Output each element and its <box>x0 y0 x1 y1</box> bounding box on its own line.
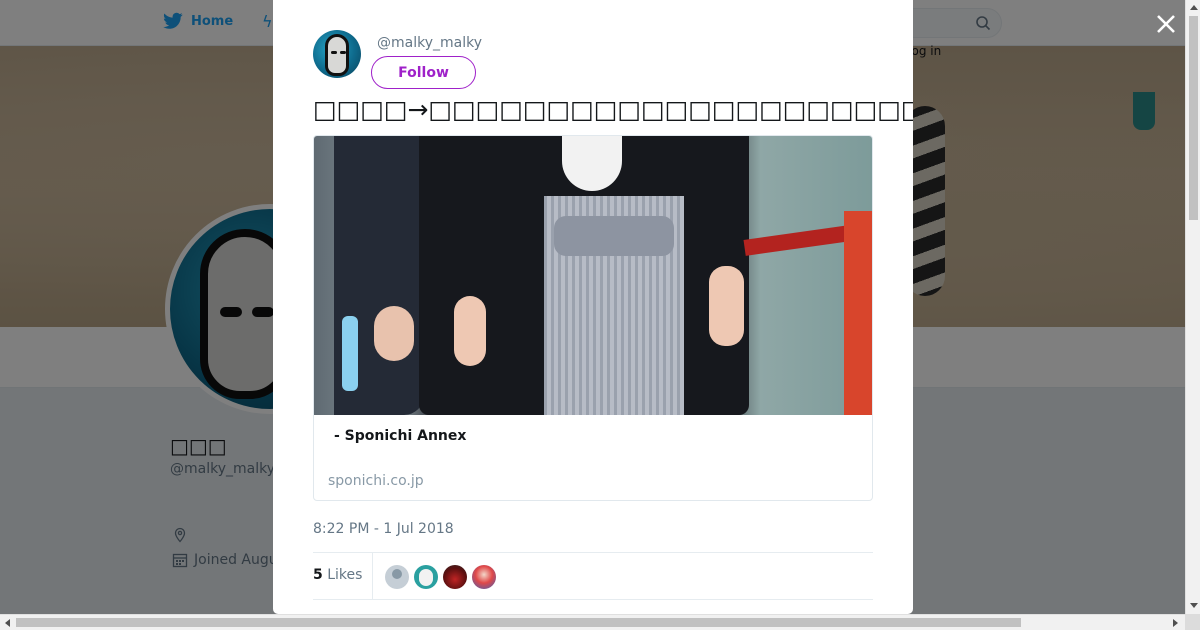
close-icon[interactable] <box>1154 12 1178 36</box>
card-image-shape <box>342 316 358 391</box>
vertical-scrollbar[interactable] <box>1185 0 1200 614</box>
tweet-stats: 5 Likes <box>313 552 873 600</box>
card-image <box>314 136 872 415</box>
liker-avatar[interactable] <box>414 565 438 589</box>
card-image-shape <box>709 266 744 346</box>
scrollbar-corner <box>1185 614 1200 630</box>
tweet-text: □□□□→□□□□□□□□□□□□□□□□□□□□□□□□□□□□□□□□□□□… <box>313 95 913 124</box>
avatar-eye <box>331 51 337 54</box>
tweet-timestamp[interactable]: 8:22 PM - 1 Jul 2018 <box>313 521 454 537</box>
card-image-shape <box>844 211 872 415</box>
author-avatar[interactable] <box>313 30 361 78</box>
liker-avatar[interactable] <box>472 565 496 589</box>
card-image-shape <box>554 216 674 256</box>
author-handle[interactable]: @malky_malky <box>377 35 482 51</box>
card-title: - Sponichi Annex <box>334 428 467 444</box>
avatar-mask <box>325 34 349 76</box>
link-card[interactable]: - Sponichi Annex sponichi.co.jp <box>313 135 873 501</box>
likes-stat[interactable]: 5 Likes <box>313 567 362 583</box>
liker-avatar[interactable] <box>443 565 467 589</box>
likes-count: 5 <box>313 567 323 583</box>
stats-divider <box>372 553 373 599</box>
scroll-left-icon[interactable] <box>5 619 10 627</box>
horizontal-scrollbar[interactable] <box>0 614 1185 630</box>
likes-label: Likes <box>327 567 363 583</box>
card-image-shape <box>374 306 414 361</box>
liker-avatar[interactable] <box>385 565 409 589</box>
scroll-right-icon[interactable] <box>1173 619 1178 627</box>
tweet-modal: @malky_malky Follow □□□□→□□□□□□□□□□□□□□□… <box>273 0 913 614</box>
avatar-eye <box>340 51 346 54</box>
scrollbar-thumb[interactable] <box>1189 16 1198 220</box>
scroll-down-icon[interactable] <box>1190 603 1198 608</box>
follow-button[interactable]: Follow <box>371 56 476 89</box>
card-domain: sponichi.co.jp <box>328 473 424 489</box>
scrollbar-thumb[interactable] <box>16 618 1021 627</box>
card-image-shape <box>454 296 486 366</box>
scroll-up-icon[interactable] <box>1190 5 1198 10</box>
